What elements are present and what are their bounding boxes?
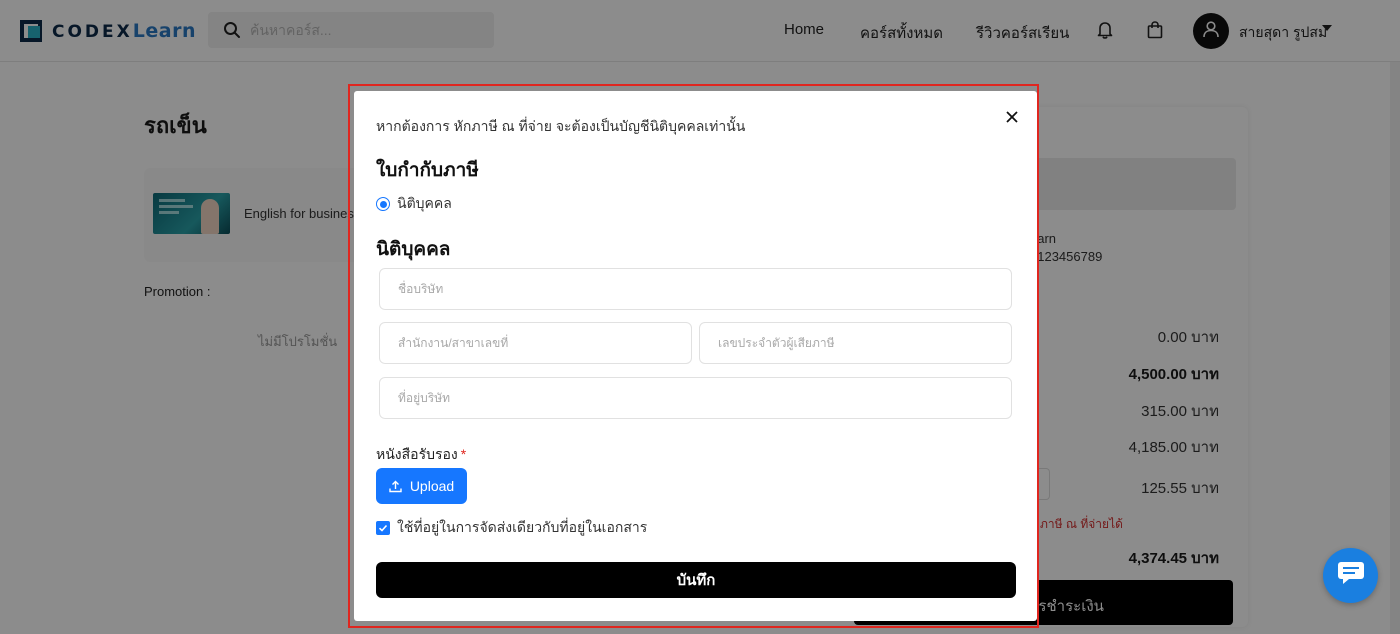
company-address-field[interactable] <box>379 377 1012 419</box>
section-title-juristic: นิติบุคคล <box>376 239 451 260</box>
tax-id-field[interactable] <box>699 322 1012 364</box>
close-icon[interactable] <box>1002 107 1022 127</box>
radio-label[interactable]: นิติบุคคล <box>397 193 452 215</box>
certificate-label-text: หนังสือรับรอง <box>376 446 458 462</box>
same-address-checkbox[interactable]: ใช้ที่อยู่ในการจัดส่งเดียวกับที่อยู่ในเอ… <box>376 517 647 539</box>
checkbox[interactable] <box>376 521 390 535</box>
certificate-label: หนังสือรับรอง * <box>376 444 466 466</box>
checkbox-label[interactable]: ใช้ที่อยู่ในการจัดส่งเดียวกับที่อยู่ในเอ… <box>397 517 647 539</box>
chat-button[interactable] <box>1323 548 1378 603</box>
withholding-tax-note: หากต้องการ หักภาษี ณ ที่จ่าย จะต้องเป็นบ… <box>376 118 746 134</box>
section-title-tax-invoice: ใบกำกับภาษี <box>376 160 479 181</box>
required-mark: * <box>460 446 467 462</box>
company-name-field[interactable] <box>379 268 1012 310</box>
save-button[interactable]: บันทึก <box>376 562 1016 598</box>
radio-juristic[interactable]: นิติบุคคล <box>376 193 452 215</box>
upload-icon <box>389 479 403 493</box>
radio-button[interactable] <box>376 197 390 211</box>
branch-number-field[interactable] <box>379 322 692 364</box>
upload-button[interactable]: Upload <box>376 468 467 504</box>
chat-icon <box>1336 560 1366 591</box>
upload-label: Upload <box>409 478 455 494</box>
